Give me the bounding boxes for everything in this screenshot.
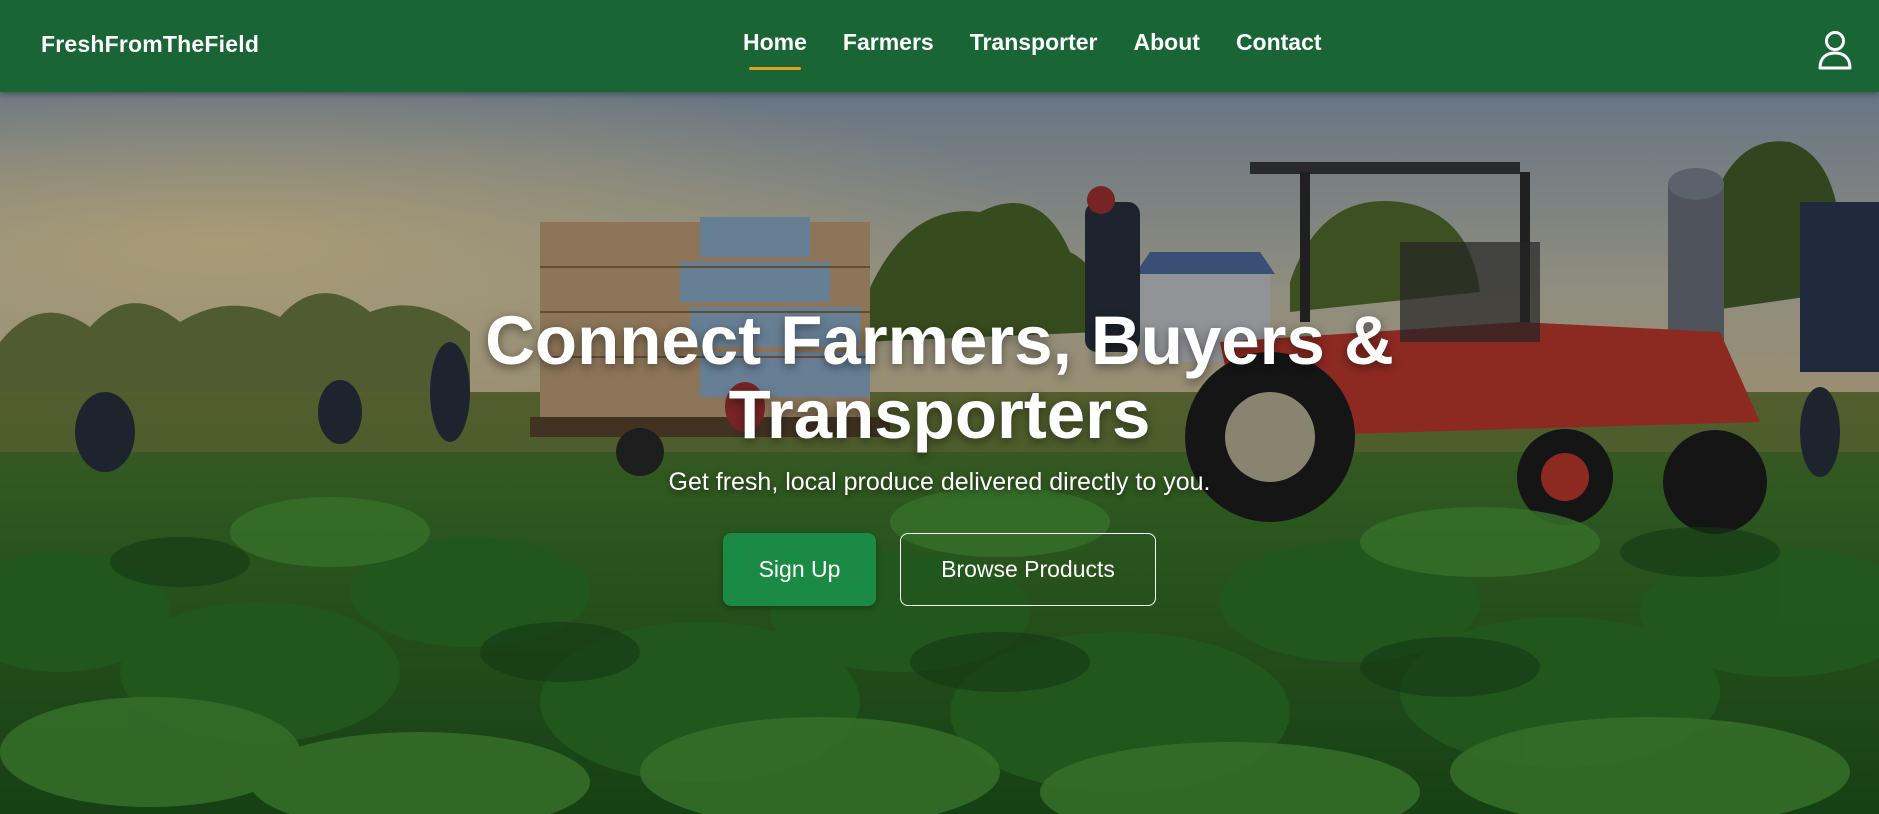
hero-subtitle: Get fresh, local produce delivered direc… (668, 468, 1211, 496)
browse-products-button[interactable]: Browse Products (900, 533, 1156, 606)
main-nav: Home Farmers Transporter About Contact (743, 0, 1358, 92)
hero-title: Connect Farmers, Buyers & Transporters (485, 302, 1394, 453)
nav-link-contact[interactable]: Contact (1236, 29, 1322, 60)
nav-link-farmers[interactable]: Farmers (843, 29, 934, 60)
user-icon (1818, 31, 1852, 70)
hero-content: Connect Farmers, Buyers & Transporters G… (0, 304, 1879, 606)
sign-up-button[interactable]: Sign Up (723, 533, 876, 606)
nav-link-about[interactable]: About (1134, 29, 1200, 60)
hero-buttons: Sign Up Browse Products (0, 533, 1879, 606)
hero-section: Connect Farmers, Buyers & Transporters G… (0, 92, 1879, 814)
nav-link-transporter[interactable]: Transporter (970, 29, 1098, 60)
user-account-button[interactable] (1817, 30, 1853, 70)
brand-logo[interactable]: FreshFromTheField (41, 31, 259, 58)
nav-link-home[interactable]: Home (743, 29, 807, 70)
top-navbar: FreshFromTheField Home Farmers Transport… (0, 0, 1879, 92)
